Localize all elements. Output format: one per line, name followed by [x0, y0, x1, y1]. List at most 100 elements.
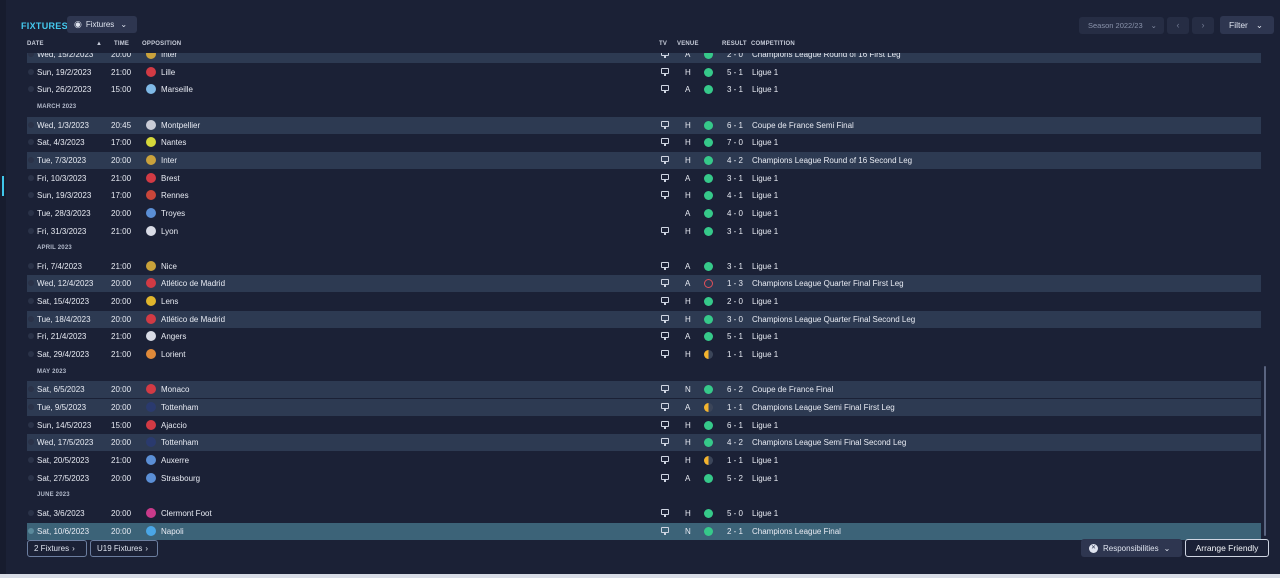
fixture-row[interactable]: Sat, 27/5/2023 20:00 Strasbourg A 5 - 2 Ligue…	[27, 470, 1261, 487]
fixture-opposition[interactable]: Inter	[161, 53, 177, 63]
fixture-opposition[interactable]: Inter	[161, 152, 177, 169]
col-date[interactable]: DATE	[27, 41, 44, 47]
fixture-result[interactable]: 3 - 1	[727, 223, 743, 240]
fixture-opposition[interactable]: Napoli	[161, 523, 184, 540]
fixture-row[interactable]: Sat, 6/5/2023 20:00 Monaco N 6 - 2 Coupe de F…	[27, 381, 1261, 399]
fixture-result[interactable]: 3 - 1	[727, 170, 743, 187]
fixture-result[interactable]: 5 - 0	[727, 505, 743, 522]
fixture-result[interactable]: 1 - 1	[727, 346, 743, 363]
fixture-opposition[interactable]: Nantes	[161, 134, 186, 151]
view-dropdown[interactable]: ◉ Fixtures ⌄	[67, 16, 137, 33]
row-marker-icon	[28, 404, 34, 410]
fixture-opposition[interactable]: Lyon	[161, 223, 178, 240]
fixture-row[interactable]: Fri, 31/3/2023 21:00 Lyon H 3 - 1 Ligue 1	[27, 223, 1261, 240]
fixture-row[interactable]: Sat, 20/5/2023 21:00 Auxerre H 1 - 1 Ligue 1	[27, 452, 1261, 469]
fixture-opposition[interactable]: Rennes	[161, 187, 189, 204]
fixture-row[interactable]: Wed, 15/2/2023 20:00 Inter A 2 - 0 Champions …	[27, 53, 1261, 63]
fixture-result[interactable]: 2 - 1	[727, 523, 743, 540]
fixture-result[interactable]: 6 - 1	[727, 117, 743, 134]
scrollbar[interactable]	[1264, 366, 1266, 536]
fixture-row[interactable]: Fri, 21/4/2023 21:00 Angers A 5 - 1 Ligue 1	[27, 328, 1261, 345]
fixture-opposition[interactable]: Strasbourg	[161, 470, 200, 487]
fixture-result[interactable]: 2 - 0	[727, 293, 743, 310]
fixture-opposition[interactable]: Lille	[161, 64, 175, 81]
fixture-result[interactable]: 1 - 1	[727, 452, 743, 469]
fixture-opposition[interactable]: Lorient	[161, 346, 185, 363]
fixture-opposition[interactable]: Tottenham	[161, 399, 198, 416]
col-opposition[interactable]: OPPOSITION	[142, 41, 181, 47]
fixture-venue: H	[685, 438, 691, 448]
col-competition[interactable]: COMPETITION	[751, 41, 795, 47]
fixture-opposition[interactable]: Lens	[161, 293, 178, 310]
fixture-result[interactable]: 1 - 3	[727, 275, 743, 292]
fixture-opposition[interactable]: Troyes	[161, 205, 185, 222]
fixture-result[interactable]: 1 - 1	[727, 399, 743, 416]
fixture-row[interactable]: Sat, 29/4/2023 21:00 Lorient H 1 - 1 Ligue 1	[27, 346, 1261, 363]
col-tv[interactable]: TV	[659, 41, 667, 47]
tv-icon	[661, 279, 669, 288]
next-season-button[interactable]: ›	[1192, 17, 1214, 34]
fixture-result[interactable]: 4 - 2	[727, 152, 743, 169]
fixture-result[interactable]: 2 - 0	[727, 53, 743, 63]
fixture-row[interactable]: Tue, 7/3/2023 20:00 Inter H 4 - 2 Champions L…	[27, 151, 1261, 169]
fixture-opposition[interactable]: Atlético de Madrid	[161, 275, 225, 292]
fixture-row[interactable]: Sun, 19/2/2023 21:00 Lille H 5 - 1 Ligue 1	[27, 64, 1261, 81]
fixture-row[interactable]: Tue, 28/3/2023 20:00 Troyes A 4 - 0 Ligue 1	[27, 205, 1261, 222]
fixture-result[interactable]: 3 - 1	[727, 258, 743, 275]
season-selector[interactable]: Season 2022/23 ⌄	[1079, 17, 1164, 34]
fixture-opposition[interactable]: Tottenham	[161, 434, 198, 451]
win-indicator-icon	[704, 332, 713, 342]
fixture-row[interactable]: Tue, 9/5/2023 20:00 Tottenham A 1 - 1 Champio…	[27, 399, 1261, 416]
fixtures-count-button[interactable]: 2 Fixtures ›	[27, 540, 87, 557]
fixture-row[interactable]: Tue, 18/4/2023 20:00 Atlético de Madrid H 3 …	[27, 310, 1261, 328]
u19-fixtures-label: U19 Fixtures	[97, 544, 143, 553]
filter-button[interactable]: Filter ⌄	[1220, 16, 1274, 34]
fixture-result[interactable]: 3 - 0	[727, 311, 743, 328]
col-result[interactable]: RESULT	[722, 41, 747, 47]
fixture-result[interactable]: 6 - 2	[727, 381, 743, 398]
col-venue[interactable]: VENUE	[677, 41, 699, 47]
fixture-opposition[interactable]: Atlético de Madrid	[161, 311, 225, 328]
fixture-result[interactable]: 6 - 1	[727, 417, 743, 434]
fixture-result[interactable]: 5 - 1	[727, 328, 743, 345]
responsibilities-button[interactable]: ✕ Responsibilities ⌄	[1081, 539, 1182, 557]
fixture-opposition[interactable]: Angers	[161, 328, 186, 345]
fixture-row[interactable]: Sat, 15/4/2023 20:00 Lens H 2 - 0 Ligue 1	[27, 293, 1261, 310]
col-time[interactable]: TIME	[114, 41, 129, 47]
previous-season-button[interactable]: ‹	[1167, 17, 1189, 34]
fixture-row[interactable]: Fri, 7/4/2023 21:00 Nice A 3 - 1 Ligue 1	[27, 258, 1261, 275]
fixture-row[interactable]: Sat, 4/3/2023 17:00 Nantes H 7 - 0 Ligue 1	[27, 134, 1261, 151]
fixture-opposition[interactable]: Auxerre	[161, 452, 189, 469]
fixture-result[interactable]: 4 - 1	[727, 187, 743, 204]
fixture-opposition[interactable]: Clermont Foot	[161, 505, 212, 522]
fixture-opposition[interactable]: Monaco	[161, 381, 189, 398]
fixture-row[interactable]: Sun, 14/5/2023 15:00 Ajaccio H 6 - 1 Ligue 1	[27, 417, 1261, 434]
fixture-date: Sat, 15/4/2023	[37, 297, 90, 307]
fixture-result[interactable]: 4 - 0	[727, 205, 743, 222]
fixture-result[interactable]: 7 - 0	[727, 134, 743, 151]
fixture-row[interactable]: Wed, 12/4/2023 20:00 Atlético de Madrid A 1 …	[27, 275, 1261, 293]
sort-arrow-icon[interactable]: ▲	[96, 41, 102, 47]
fixture-opposition[interactable]: Brest	[161, 170, 180, 187]
club-crest-icon	[146, 154, 156, 165]
fixture-row[interactable]: Sun, 26/2/2023 15:00 Marseille A 3 - 1 Ligue …	[27, 81, 1261, 98]
fixture-competition: Ligue 1	[752, 332, 779, 342]
fixture-result[interactable]: 3 - 1	[727, 81, 743, 98]
fixture-opposition[interactable]: Montpellier	[161, 117, 200, 134]
fixture-date: Fri, 21/4/2023	[37, 332, 87, 342]
arrange-friendly-button[interactable]: Arrange Friendly	[1185, 539, 1269, 557]
fixture-competition: Champions League Round of 16 Second Leg	[752, 155, 913, 165]
fixture-result[interactable]: 5 - 2	[727, 470, 743, 487]
fixture-row[interactable]: Sun, 19/3/2023 17:00 Rennes H 4 - 1 Ligue 1	[27, 187, 1261, 204]
fixture-row[interactable]: Fri, 10/3/2023 21:00 Brest A 3 - 1 Ligue 1	[27, 170, 1261, 187]
fixture-row[interactable]: Sat, 3/6/2023 20:00 Clermont Foot H 5 - 0 Lig…	[27, 505, 1261, 522]
fixture-opposition[interactable]: Marseille	[161, 81, 193, 98]
fixture-opposition[interactable]: Nice	[161, 258, 177, 275]
fixture-row[interactable]: Wed, 1/3/2023 20:45 Montpellier H 6 - 1 Coupe…	[27, 116, 1261, 134]
u19-fixtures-button[interactable]: U19 Fixtures ›	[90, 540, 158, 557]
fixture-result[interactable]: 4 - 2	[727, 434, 743, 451]
fixture-row[interactable]: Sat, 10/6/2023 20:00 Napoli N 2 - 1 Champions…	[27, 522, 1261, 540]
fixture-opposition[interactable]: Ajaccio	[161, 417, 187, 434]
fixture-result[interactable]: 5 - 1	[727, 64, 743, 81]
fixture-row[interactable]: Wed, 17/5/2023 20:00 Tottenham H 4 - 2 Champi…	[27, 434, 1261, 452]
